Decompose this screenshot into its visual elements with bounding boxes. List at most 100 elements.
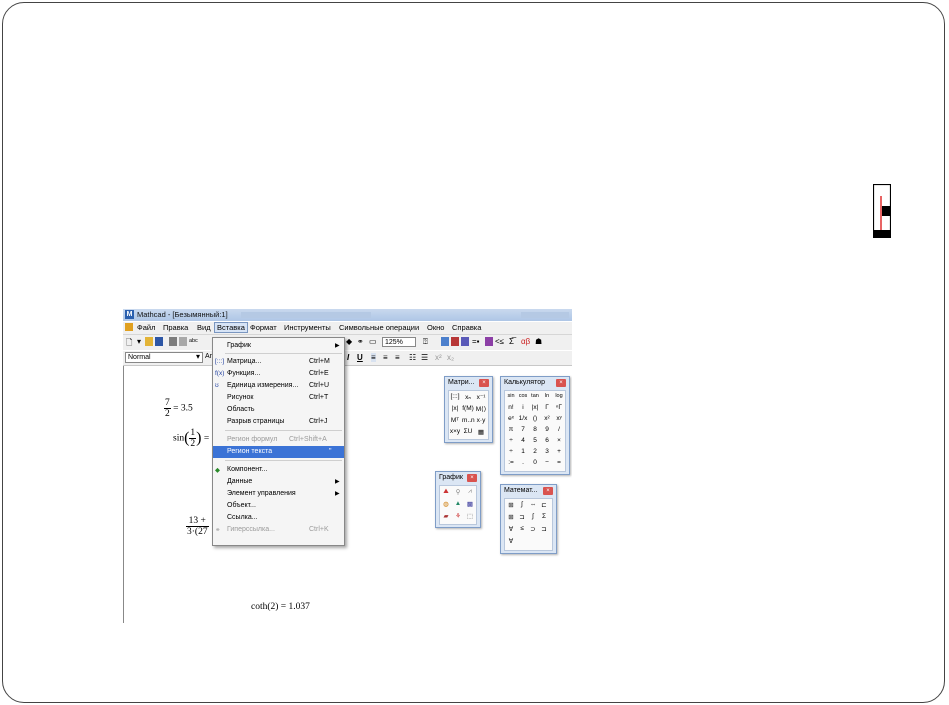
print-icon[interactable] <box>169 337 177 346</box>
menu-edit[interactable]: Правка <box>161 323 190 332</box>
align-center-icon[interactable]: ≡ <box>383 353 388 362</box>
expression-7-over-2[interactable]: 72 = 3.5 <box>164 398 193 419</box>
calc-ln-button[interactable]: ln <box>541 393 553 399</box>
bullets-icon[interactable]: ☷ <box>409 353 416 362</box>
bar-3d-icon[interactable]: ▰ <box>440 512 452 520</box>
calc-sin-button[interactable]: sin <box>505 393 517 399</box>
calc-3-button[interactable]: 3 <box>541 448 553 455</box>
print-preview-icon[interactable] <box>179 337 187 346</box>
calculus-toolbar-icon[interactable] <box>485 337 493 346</box>
matrix-subscript-icon[interactable]: xₙ <box>462 393 474 401</box>
calc-1-button[interactable]: 1 <box>517 448 529 455</box>
calc-log-button[interactable]: log <box>553 393 565 399</box>
subscript-icon[interactable]: x₂ <box>447 353 454 362</box>
calc-0-button[interactable]: 0 <box>529 459 541 466</box>
insert-hyperlink-icon[interactable]: ⚭ <box>357 337 364 346</box>
calc-8-button[interactable]: 8 <box>529 426 541 433</box>
menu-tools[interactable]: Инструменты <box>282 323 333 332</box>
menu-format[interactable]: Формат <box>248 323 279 332</box>
calc-exp-button[interactable]: eˣ <box>505 415 517 422</box>
menu-window[interactable]: Окно <box>425 323 446 332</box>
vector-sum-icon[interactable]: ΣU <box>462 428 474 435</box>
programming-toolbar-icon[interactable]: Σ̅ <box>509 337 514 346</box>
math-subset-icon[interactable]: ⊐ <box>538 525 550 533</box>
calc-nthroot-button[interactable]: ⁿΓ <box>553 404 565 411</box>
calc-parens-button[interactable]: () <box>529 415 541 422</box>
menu-symbolics[interactable]: Символьные операции <box>337 323 421 332</box>
matrix-palette[interactable]: Матри... × [:::] xₙ x⁻¹ |x| f(M) M⟨⟩ Mᵀ … <box>444 376 493 443</box>
graph-palette[interactable]: График × ⛰ ⚲ ⩘ ◍ ▲ ▩ ▰ ⚘ ⬚ <box>435 471 481 528</box>
insert-text-region-item[interactable]: Регион текста " <box>213 446 344 458</box>
graph-palette-close-icon[interactable]: × <box>467 474 477 482</box>
menu-help[interactable]: Справка <box>450 323 483 332</box>
calc-sqrt-button[interactable]: Γ <box>541 404 553 411</box>
new-doc-icon[interactable]: 🗋 <box>126 337 132 351</box>
calc-power-button[interactable]: xʸ <box>553 415 565 422</box>
matrix-determinant-icon[interactable]: |x| <box>449 405 461 412</box>
superscript-icon[interactable]: x² <box>435 353 442 362</box>
calc-define-button[interactable]: := <box>505 459 517 466</box>
calculator-toolbar-icon[interactable] <box>441 337 449 346</box>
insert-graph-item[interactable]: График ▶ <box>213 340 344 352</box>
math-programming-icon[interactable]: ⊏ <box>538 501 550 509</box>
dropdown-arrow-icon[interactable]: ▾ <box>137 337 141 346</box>
insert-page-break-item[interactable]: Разрыв страницы Ctrl+J <box>213 416 344 428</box>
symbolic-toolbar-icon[interactable]: ☗ <box>535 337 542 346</box>
calc-5-button[interactable]: 5 <box>529 437 541 444</box>
style-select[interactable]: Normal <box>125 352 203 363</box>
insert-picture-item[interactable]: Рисунок Ctrl+T <box>213 392 344 404</box>
insert-unit-item[interactable]: ʊ Единица измерения... Ctrl+U <box>213 380 344 392</box>
matrix-vectorize-icon[interactable]: f(M) <box>462 405 474 412</box>
math-palette-close-icon[interactable]: × <box>543 487 553 495</box>
calc-4-button[interactable]: 4 <box>517 437 529 444</box>
vector-field-icon[interactable]: ⚘ <box>452 512 464 520</box>
menu-insert[interactable]: Вставка <box>214 322 248 333</box>
calc-decimal-button[interactable]: . <box>517 459 529 466</box>
save-icon[interactable] <box>155 337 163 346</box>
style-dropdown-arrow-icon[interactable]: ▾ <box>196 352 200 361</box>
cross-product-icon[interactable]: x×y <box>449 428 461 435</box>
resource-window-icon[interactable]: ▭ <box>369 337 377 346</box>
calculator-palette[interactable]: Калькулятор × sin cos tan ln log n! i |x… <box>500 376 570 475</box>
calc-equals-button[interactable]: = <box>553 459 565 466</box>
matrix-toolbar-icon[interactable] <box>461 337 469 346</box>
worksheet[interactable]: 72 = 3.5 sin(12) = ) 13 +3·(27 coth(2) =… <box>123 366 572 623</box>
calc-square-button[interactable]: x² <box>541 415 553 422</box>
math-palette[interactable]: Математ... × ⊞ ∫ ⇔ ⊏ ⊞ ⊐ ∫ Σ ∀ ≤ ⊃ ⊐ ∀ <box>500 484 557 554</box>
boolean-toolbar-icon[interactable]: <≤ <box>495 337 504 346</box>
calc-reciprocal-button[interactable]: 1/x <box>517 415 529 422</box>
numbering-icon[interactable]: ☰ <box>421 353 428 362</box>
calc-slash-button[interactable]: / <box>553 426 565 433</box>
italic-icon[interactable]: I <box>347 353 349 362</box>
contour-plot-icon[interactable]: ▲ <box>452 500 464 507</box>
insert-hyperlink-item[interactable]: ⚭ Гиперссылка... Ctrl+K <box>213 524 344 536</box>
calc-minus-button[interactable]: − <box>541 459 553 466</box>
calc-divide-button[interactable]: ÷ <box>505 448 517 455</box>
calc-tan-button[interactable]: tan <box>529 393 541 399</box>
insert-object-item[interactable]: Объект... <box>213 500 344 512</box>
calc-factorial-button[interactable]: n! <box>505 404 517 411</box>
calc-imaginary-button[interactable]: i <box>517 404 529 411</box>
insert-reference-item[interactable]: Ссылка... <box>213 512 344 524</box>
matrix-column-icon[interactable]: M⟨⟩ <box>475 405 487 413</box>
math-forall-icon[interactable]: ∀ <box>505 537 517 545</box>
help-icon[interactable]: ⍰ <box>423 337 428 347</box>
surface-plot-icon[interactable]: ◍ <box>440 500 452 508</box>
calc-cos-button[interactable]: cos <box>517 393 529 399</box>
insert-math-region-item[interactable]: Регион формул Ctrl+Shift+A <box>213 434 344 446</box>
insert-component-item[interactable]: ◆ Компонент... <box>213 464 344 476</box>
zoom-plot-icon[interactable]: ⩘ <box>464 488 476 496</box>
xy-plot-icon[interactable]: ⛰ <box>440 488 452 496</box>
matrix-inverse-icon[interactable]: x⁻¹ <box>475 393 487 401</box>
matrix-insert-icon[interactable]: [:::] <box>449 393 461 400</box>
plot-wizard-icon[interactable]: ⬚ <box>464 512 476 520</box>
insert-area-item[interactable]: Область <box>213 404 344 416</box>
menu-file[interactable]: Файл <box>135 323 157 332</box>
insert-matrix-item[interactable]: [:::] Матрица... Ctrl+M <box>213 356 344 368</box>
calc-6-button[interactable]: 6 <box>541 437 553 444</box>
calc-divide-alt-button[interactable]: ÷ <box>505 437 517 444</box>
calc-2-button[interactable]: 2 <box>529 448 541 455</box>
calc-abs-button[interactable]: |x| <box>529 404 541 411</box>
dot-product-icon[interactable]: x·y <box>475 417 487 424</box>
range-variable-icon[interactable]: m..n <box>462 417 475 424</box>
